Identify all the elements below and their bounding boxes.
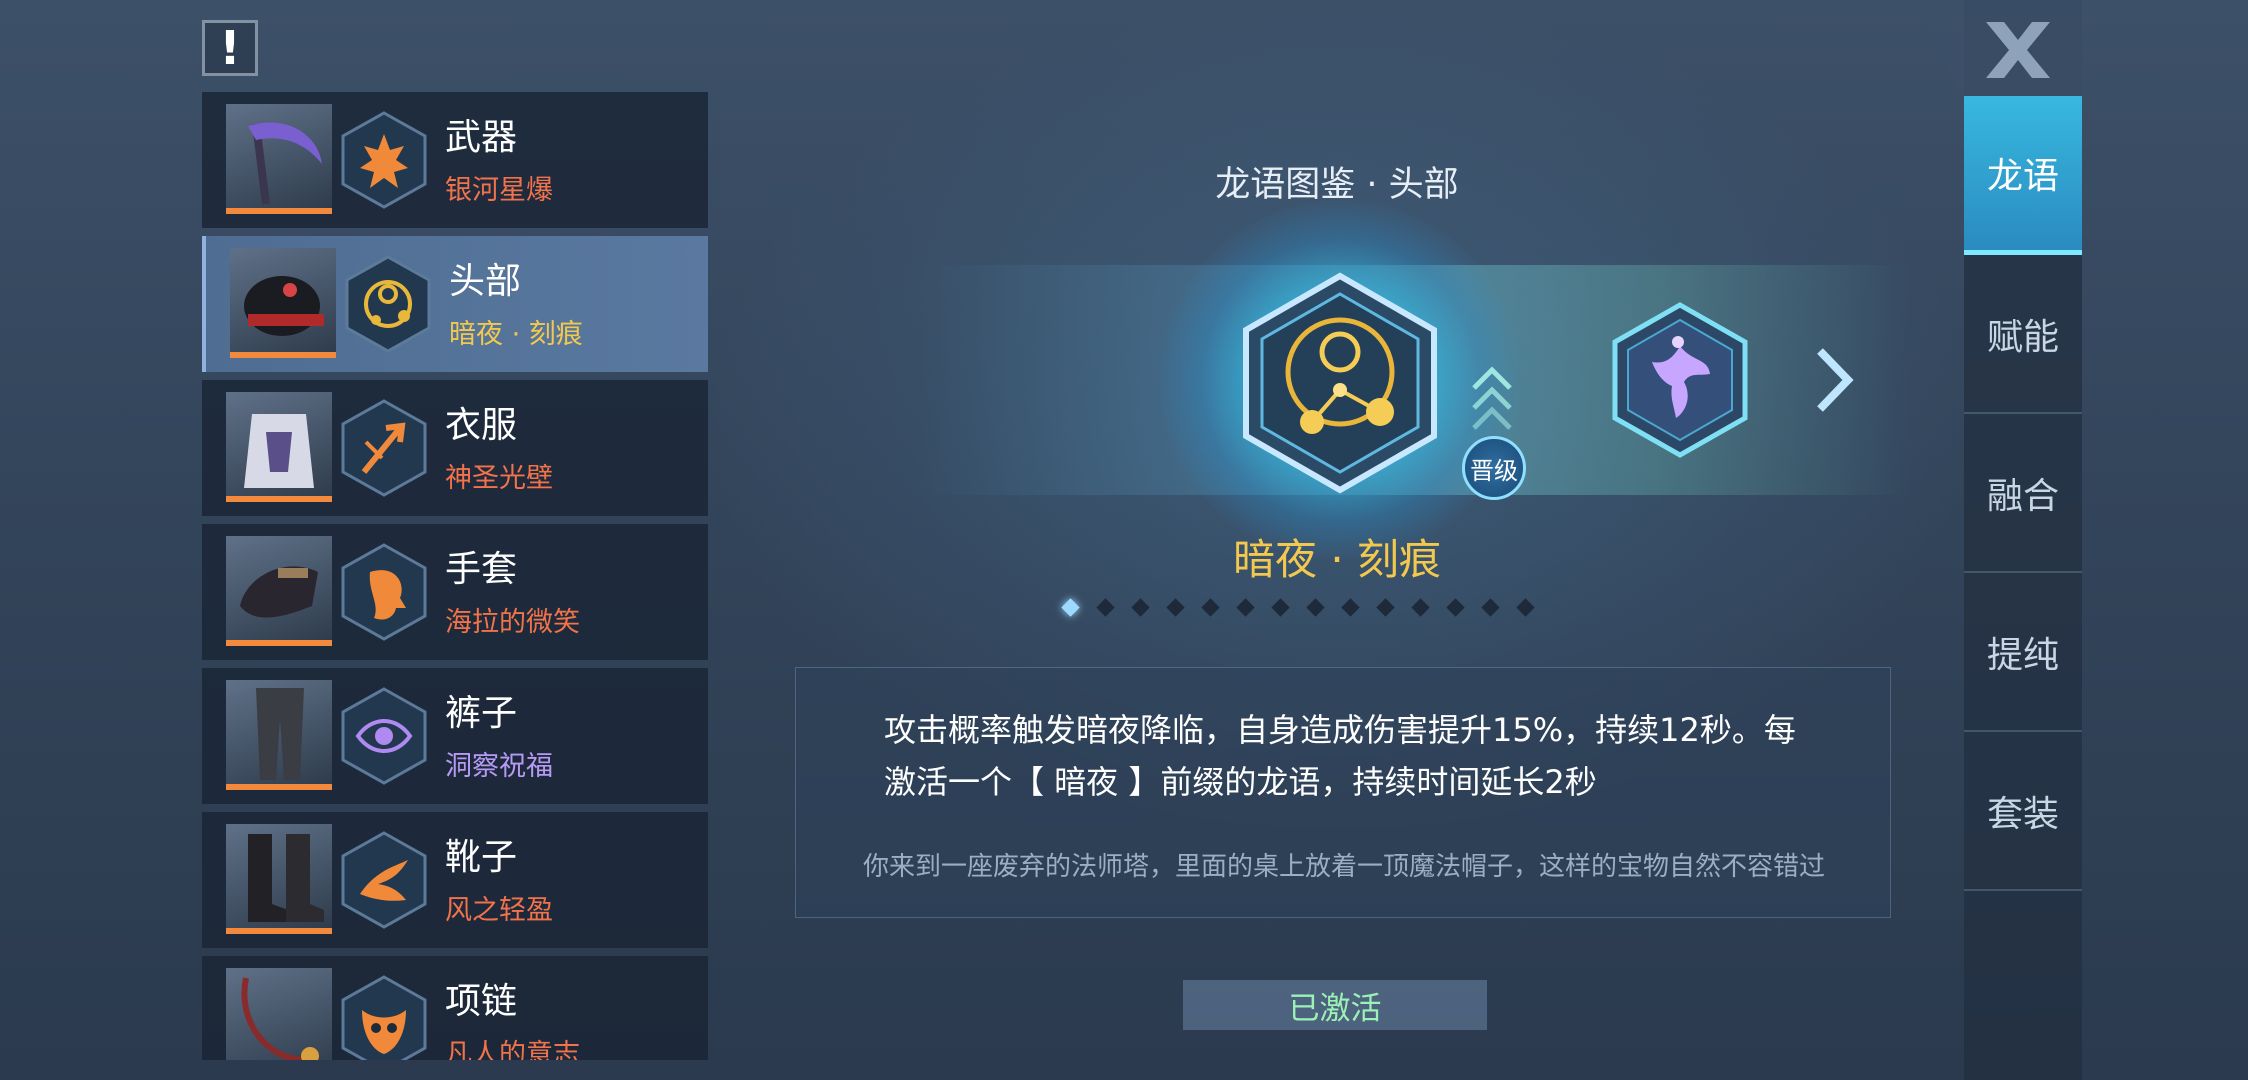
flame-burst-icon — [341, 111, 427, 209]
page-dot[interactable] — [1061, 598, 1080, 617]
upgrade-badge[interactable]: 晋级 — [1462, 436, 1526, 500]
equipment-slot-4[interactable]: 手套 海拉的微笑 — [202, 524, 708, 660]
item-helmet — [230, 248, 336, 358]
slot-rune-name: 凡人的意志 — [445, 1039, 580, 1060]
page-dot[interactable] — [1516, 598, 1535, 617]
close-icon[interactable] — [1912, 0, 2082, 96]
page-dot[interactable] — [1131, 598, 1150, 617]
slot-rune-name: 银河星爆 — [445, 175, 553, 206]
fairy-emblem-icon[interactable] — [1612, 302, 1748, 458]
slot-name: 手套 — [445, 549, 518, 590]
item-pants — [226, 680, 332, 790]
constellation-icon — [345, 255, 431, 353]
tab-4[interactable]: 提纯 — [1964, 573, 2082, 732]
page-dot[interactable] — [1341, 598, 1360, 617]
slot-name: 武器 — [445, 117, 518, 158]
slot-name: 靴子 — [445, 837, 518, 878]
slot-rune-name: 洞察祝福 — [445, 751, 553, 782]
tab-3[interactable]: 融合 — [1964, 414, 2082, 573]
page-dot[interactable] — [1446, 598, 1465, 617]
item-necklace — [226, 968, 332, 1060]
equipment-slot-7[interactable]: 项链 凡人的意志 — [202, 956, 708, 1060]
page-dot[interactable] — [1166, 598, 1185, 617]
page-dot[interactable] — [1481, 598, 1500, 617]
page-indicator — [1061, 598, 1535, 618]
face-profile-icon — [341, 543, 427, 641]
skill-name: 暗夜 · 刻痕 — [1232, 535, 1442, 584]
slot-rune-name: 暗夜 · 刻痕 — [449, 319, 583, 350]
item-boots — [226, 824, 332, 934]
equipment-slot-1[interactable]: 武器 银河星爆 — [202, 92, 708, 228]
constellation-emblem-icon[interactable] — [1240, 272, 1440, 494]
tab-2[interactable]: 赋能 — [1964, 255, 2082, 414]
slot-rune-name: 海拉的微笑 — [445, 607, 580, 638]
item-scythe-weapon — [226, 104, 332, 214]
item-armor — [226, 392, 332, 502]
equipment-slot-6[interactable]: 靴子 风之轻盈 — [202, 812, 708, 948]
wind-swirl-icon — [341, 831, 427, 929]
side-tab-bar: 龙语 赋能 融合 提纯 套装 — [1964, 96, 2082, 891]
info-button[interactable]: ! — [202, 20, 258, 76]
page-dot[interactable] — [1096, 598, 1115, 617]
flavor-text: 你来到一座废弃的法师塔，里面的桌上放着一顶魔法帽子，这样的宝物自然不容错过 — [862, 852, 1825, 882]
broken-arrow-icon — [341, 399, 427, 497]
equipment-slot-3[interactable]: 衣服 神圣光壁 — [202, 380, 708, 516]
slot-name: 裤子 — [445, 693, 518, 734]
codex-title: 龙语图鉴 · 头部 — [1215, 165, 1459, 205]
skill-description: 攻击概率触发暗夜降临，自身造成伤害提升15%，持续12秒。每激活一个【 暗夜 】… — [884, 711, 1796, 801]
page-dot[interactable] — [1376, 598, 1395, 617]
tab-1[interactable]: 龙语 — [1964, 96, 2082, 255]
mask-icon — [341, 975, 427, 1060]
page-dot[interactable] — [1201, 598, 1220, 617]
slot-rune-name: 神圣光壁 — [445, 463, 553, 494]
activated-status-button[interactable]: 已激活 — [1183, 980, 1487, 1030]
slot-rune-name: 风之轻盈 — [445, 895, 553, 926]
equipment-slot-5[interactable]: 裤子 洞察祝福 — [202, 668, 708, 804]
chevron-up-icon — [1472, 366, 1512, 430]
page-dot[interactable] — [1271, 598, 1290, 617]
equipment-slot-2[interactable]: 头部暗夜 · 刻痕 — [202, 236, 708, 372]
equipment-slot-list[interactable]: 武器银河星爆头部暗夜 · 刻痕衣服神圣光壁手套海拉的微笑裤子洞察祝福靴子风之轻盈… — [202, 92, 708, 1060]
description-panel: 攻击概率触发暗夜降临，自身造成伤害提升15%，持续12秒。每激活一个【 暗夜 】… — [795, 667, 1891, 918]
slot-name: 项链 — [445, 981, 518, 1022]
item-gauntlet — [226, 536, 332, 646]
page-dot[interactable] — [1306, 598, 1325, 617]
page-dot[interactable] — [1236, 598, 1255, 617]
tab-5[interactable]: 套装 — [1964, 732, 2082, 891]
slot-name: 衣服 — [445, 405, 518, 446]
chevron-right-icon[interactable] — [1810, 345, 1856, 415]
slot-name: 头部 — [449, 261, 522, 302]
page-dot[interactable] — [1411, 598, 1430, 617]
eye-icon — [341, 687, 427, 785]
